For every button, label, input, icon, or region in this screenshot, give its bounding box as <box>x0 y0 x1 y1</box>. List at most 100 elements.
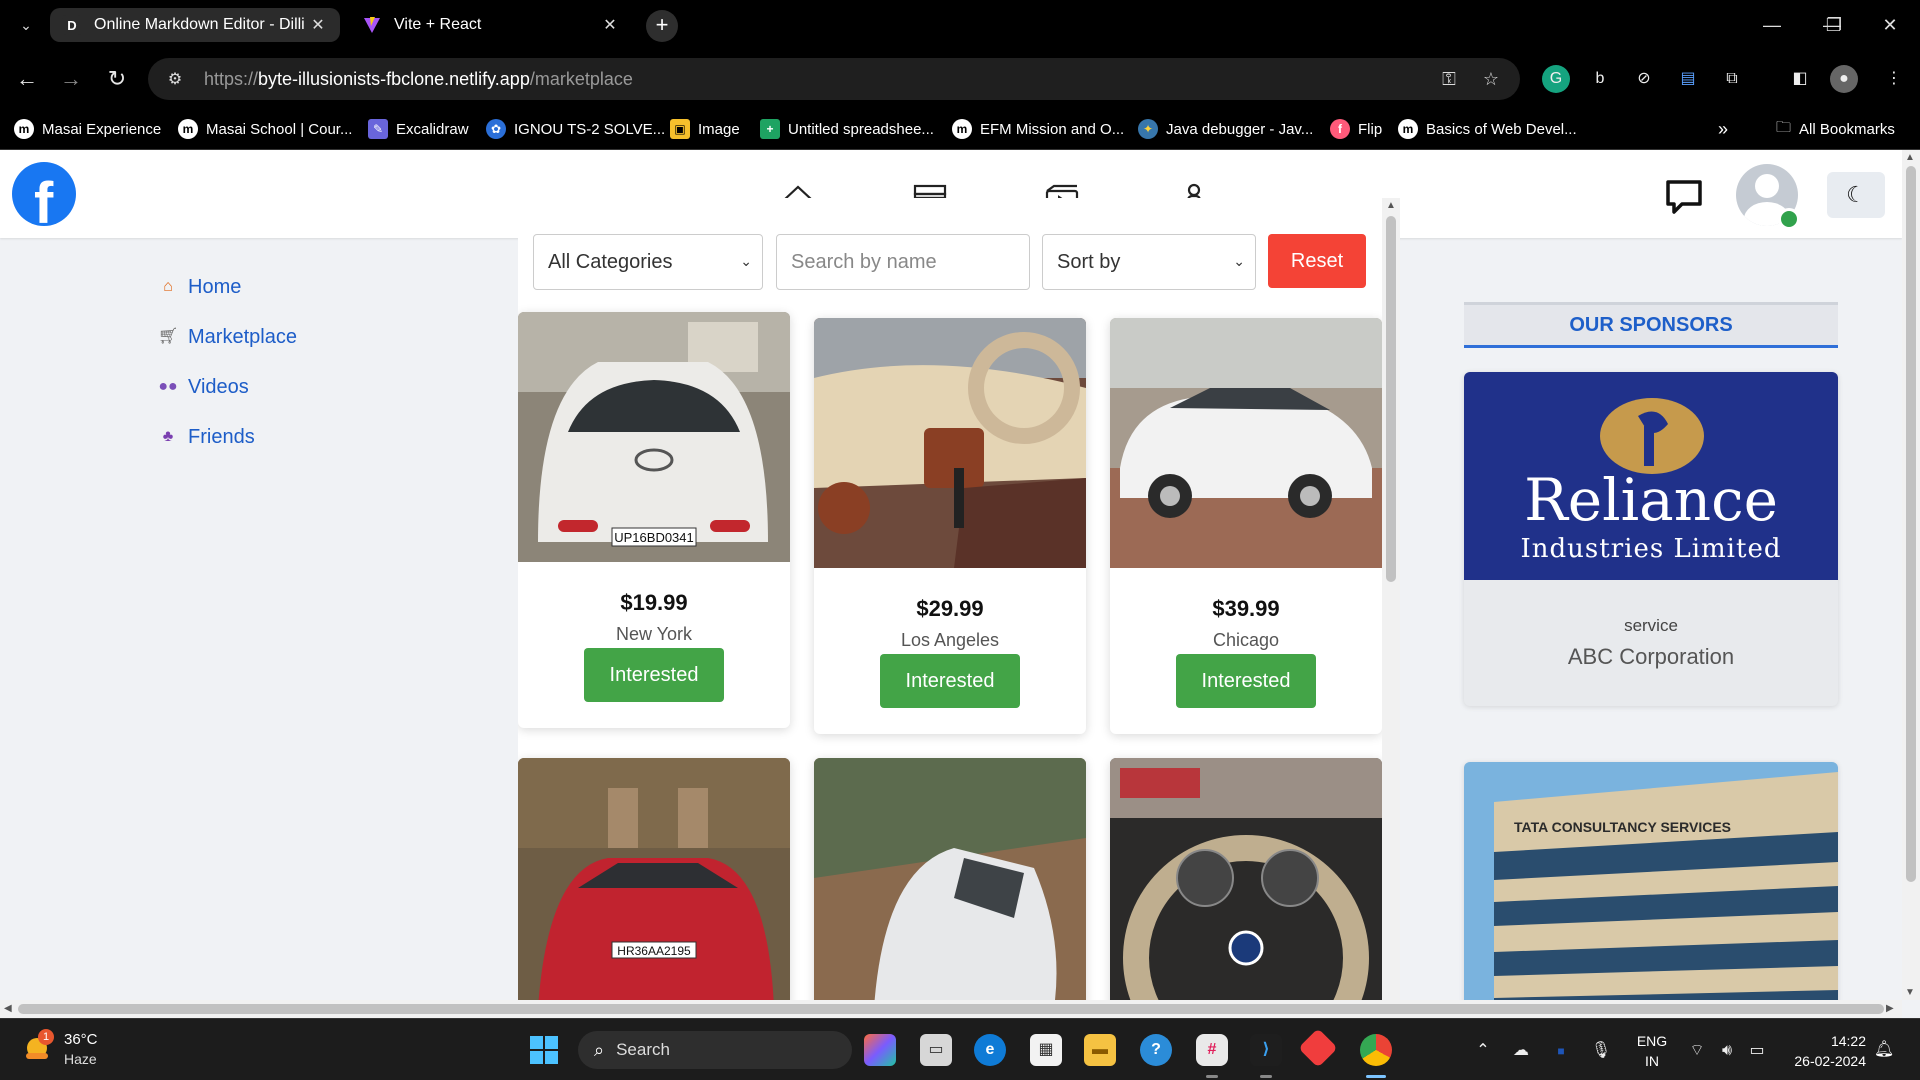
microphone-icon[interactable]: 🎙︎ <box>1588 1039 1614 1063</box>
site-info-icon[interactable]: ⚙ <box>160 69 190 89</box>
chevron-up-icon[interactable]: ⌃ <box>1470 1039 1496 1063</box>
product-photo[interactable] <box>1110 758 1382 1000</box>
interested-button[interactable]: Interested <box>584 648 724 702</box>
close-window-icon[interactable]: ✕ <box>1870 10 1910 40</box>
grammarly-icon[interactable]: G <box>1542 65 1570 93</box>
page-vertical-scrollbar[interactable]: ▲ ▼ <box>1902 150 1920 1000</box>
reload-icon[interactable]: ↻ <box>102 64 132 94</box>
browser-menu-icon[interactable]: ⋮ <box>1880 65 1908 93</box>
onedrive-cloud-icon[interactable]: ☁ <box>1508 1039 1534 1063</box>
forward-icon[interactable]: → <box>56 64 86 94</box>
weather-condition[interactable]: Haze <box>64 1051 97 1067</box>
docs-extension-icon[interactable]: ▤ <box>1674 65 1702 93</box>
bookmark-item[interactable]: ▣ Image <box>670 118 740 140</box>
sheets-icon: + <box>760 119 780 139</box>
bookmark-item[interactable]: + Untitled spreadshee... <box>760 118 934 140</box>
bookmark-item[interactable]: m EFM Mission and O... <box>952 118 1124 140</box>
category-select[interactable]: All Categories ⌄ <box>533 234 763 290</box>
marketplace-panel: All Categories ⌄ Search by name Sort by … <box>518 198 1382 1000</box>
tab-search-chevron-icon[interactable]: ⌄ <box>14 13 38 37</box>
tab-markdown-editor[interactable]: D Online Markdown Editor - Dilli ✕ <box>50 8 340 42</box>
battery-icon[interactable]: ▭ <box>1744 1039 1770 1063</box>
left-sidebar: ⌂ Home 🛒︎ Marketplace ●● Videos ♣ Friend… <box>158 262 297 462</box>
password-key-icon[interactable]: ⚿ <box>1436 66 1462 92</box>
sidebar-item-marketplace[interactable]: 🛒︎ Marketplace <box>158 312 297 362</box>
masai-icon: m <box>14 119 34 139</box>
bookmark-item[interactable]: m Masai Experience <box>14 118 161 140</box>
page-horizontal-scrollbar[interactable]: ◀ ▶ <box>0 1000 1902 1018</box>
sidebar-item-home[interactable]: ⌂ Home <box>158 262 297 312</box>
tab-close-icon[interactable]: ✕ <box>308 15 328 35</box>
extensions-puzzle-icon[interactable]: ⧉ <box>1718 65 1746 93</box>
masai-icon: m <box>1398 119 1418 139</box>
sidebar-item-videos[interactable]: ●● Videos <box>158 362 297 412</box>
excalidraw-icon: ✎ <box>368 119 388 139</box>
vscode-icon[interactable]: ⟩ <box>1250 1034 1282 1066</box>
side-panel-icon[interactable]: ◧ <box>1786 65 1814 93</box>
store-icon[interactable]: ▦ <box>1030 1034 1062 1066</box>
sort-select[interactable]: Sort by ⌄ <box>1042 234 1256 290</box>
taskbar-search[interactable]: ⌕ Search <box>578 1031 852 1069</box>
windows-start-icon[interactable] <box>528 1034 560 1066</box>
bookmark-item[interactable]: f Flip <box>1330 118 1382 140</box>
tab-favicon-d: D <box>62 15 82 35</box>
slack-icon[interactable]: # <box>1196 1034 1228 1066</box>
product-photo[interactable] <box>1110 318 1382 568</box>
restore-icon[interactable]: ❐ <box>1814 10 1854 40</box>
bookmark-item[interactable]: m Basics of Web Devel... <box>1398 118 1577 140</box>
temperature[interactable]: 36°C <box>64 1031 98 1048</box>
tab-title: Vite + React <box>394 16 482 33</box>
tab-vite-react[interactable]: Vite + React ✕ <box>350 8 632 42</box>
product-photo[interactable]: UP16BD0341 <box>518 312 790 562</box>
copilot-icon[interactable] <box>864 1034 896 1066</box>
tab-close-icon[interactable]: ✕ <box>600 15 620 35</box>
more-bookmarks-icon[interactable]: » <box>1718 118 1728 140</box>
reset-button[interactable]: Reset <box>1268 234 1366 288</box>
product-location: Chicago <box>1212 630 1280 650</box>
interested-button[interactable]: Interested <box>880 654 1020 708</box>
task-view-icon[interactable]: ▭ <box>920 1034 952 1066</box>
back-icon[interactable]: ← <box>12 64 42 94</box>
compass-icon[interactable]: ⊘ <box>1630 65 1658 93</box>
marketplace-scrollbar[interactable]: ▲ <box>1382 198 1400 1000</box>
language-indicator[interactable]: ENG IN <box>1634 1031 1670 1071</box>
bookmark-item[interactable]: ✎ Excalidraw <box>368 118 469 140</box>
notification-bell-icon[interactable]: 🔔︎ <box>1872 1039 1896 1059</box>
chevron-down-icon: ⌄ <box>1233 253 1245 269</box>
sponsor-card[interactable]: TATA CONSULTANCY SERVICES <box>1464 762 1838 1000</box>
dark-mode-moon-icon[interactable]: ☾ <box>1827 172 1885 218</box>
browser-tab-bar: ⌄ D Online Markdown Editor - Dilli ✕ Vit… <box>0 0 1920 50</box>
sidebar-item-friends[interactable]: ♣ Friends <box>158 412 297 462</box>
wifi-icon[interactable]: ⌔ <box>1684 1039 1710 1063</box>
product-photo[interactable]: HR36AA2195 <box>518 758 790 1000</box>
address-bar[interactable]: ⚙ https://byte-illusionists-fbclone.netl… <box>148 58 1520 100</box>
bookmark-star-icon[interactable]: ☆ <box>1478 66 1504 92</box>
profile-avatar-icon[interactable]: ● <box>1830 65 1858 93</box>
search-input[interactable]: Search by name <box>776 234 1030 290</box>
minimize-button[interactable]: — <box>1752 10 1792 40</box>
sponsor-card[interactable]: Reliance Industries Limited service ABC … <box>1464 372 1838 706</box>
extension-b-icon[interactable]: b <box>1586 65 1614 93</box>
sponsors-heading: OUR SPONSORS <box>1464 302 1838 348</box>
help-icon[interactable]: ? <box>1140 1034 1172 1066</box>
edge-icon[interactable]: e <box>974 1034 1006 1066</box>
interested-button[interactable]: Interested <box>1176 654 1316 708</box>
all-bookmarks[interactable]: 🗀 All Bookmarks <box>1776 118 1895 140</box>
product-photo[interactable] <box>814 318 1086 568</box>
messenger-chat-icon[interactable] <box>1664 176 1704 216</box>
clock[interactable]: 14:22 26-02-2024 <box>1786 1031 1866 1071</box>
file-explorer-icon[interactable]: ▬ <box>1084 1034 1116 1066</box>
volume-icon[interactable]: 🔊︎ <box>1714 1039 1740 1063</box>
chrome-icon[interactable] <box>1360 1034 1392 1066</box>
bookmark-item[interactable]: ✿ IGNOU TS-2 SOLVE... <box>486 118 665 140</box>
search-icon: ⌕ <box>594 1039 605 1060</box>
product-photo[interactable] <box>814 758 1086 1000</box>
bookmark-item[interactable]: m Masai School | Cour... <box>178 118 352 140</box>
new-tab-button[interactable]: + <box>646 10 678 42</box>
bookmark-item[interactable]: ✦ Java debugger - Jav... <box>1138 118 1313 140</box>
folder-icon: 🗀 <box>1776 118 1792 136</box>
tray-app-icon[interactable]: ■ <box>1548 1039 1574 1063</box>
facebook-logo[interactable]: f <box>12 162 76 236</box>
sponsor-type: service <box>1624 616 1678 635</box>
anydesk-icon[interactable] <box>1298 1028 1338 1068</box>
